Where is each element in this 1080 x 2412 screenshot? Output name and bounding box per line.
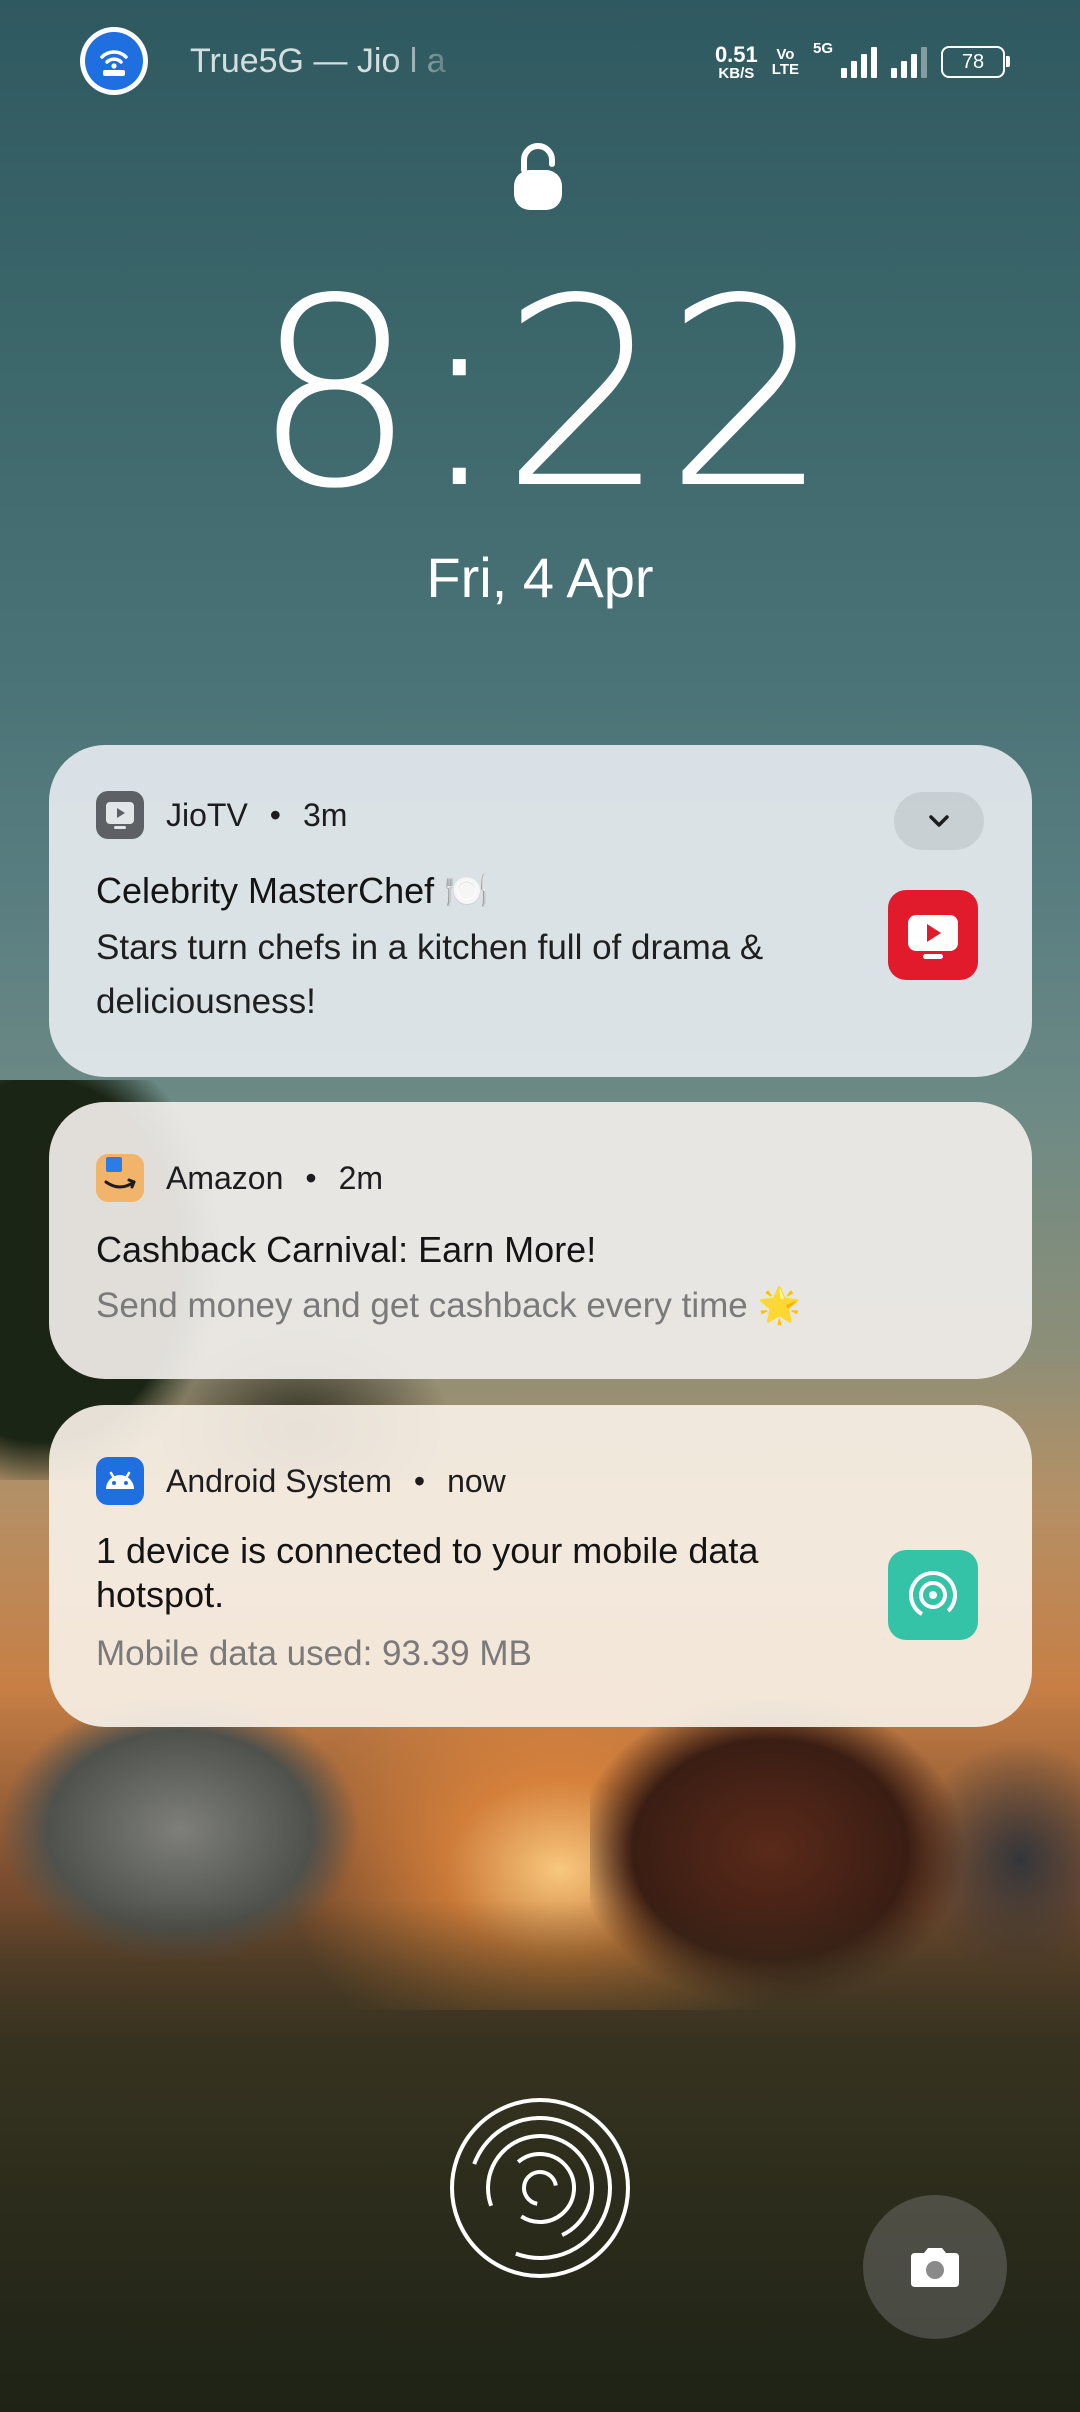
dot-separator: •	[269, 796, 281, 833]
wallpaper-horse-right	[590, 1700, 1080, 2060]
notification-header: JioTV • 3m	[96, 791, 347, 839]
battery-level: 78	[961, 50, 985, 73]
notification-app-name: Android System	[166, 1462, 392, 1499]
dot-separator: •	[413, 1462, 426, 1499]
camera-icon	[911, 2248, 959, 2287]
volte-top: Vo	[776, 46, 795, 63]
notification-time: 2m	[338, 1159, 384, 1196]
notification-body: Mobile data used: 93.39 MB	[96, 1634, 532, 1673]
carrier-name: True5G — Jio l a	[190, 42, 446, 80]
chevron-down-icon	[929, 815, 949, 827]
status-bar: True5G — Jio l a 0.51 KB/S Vo LTE 5G 78	[0, 0, 1080, 125]
speed-unit: KB/S	[718, 64, 755, 82]
lockscreen-date: Fri, 4 Apr	[426, 546, 654, 609]
speed-value: 0.51	[714, 41, 758, 67]
hotspot-icon[interactable]	[80, 27, 148, 95]
notification-time: now	[447, 1462, 506, 1499]
notification-android-system[interactable]: Android System • now 1 device is connect…	[49, 1405, 1032, 1727]
lock-icon	[514, 143, 562, 210]
lockscreen-clock: 8:22	[252, 244, 830, 546]
wallpaper-horse-left	[0, 1680, 470, 2040]
notification-title: 1 device is connected to your mobile dat…	[96, 1530, 759, 1615]
notification-header: Android System • now	[96, 1457, 506, 1505]
fingerprint-icon[interactable]	[448, 2096, 632, 2280]
network-type: 5G	[812, 40, 833, 57]
jiotv-small-icon	[96, 791, 144, 839]
volte-bottom: LTE	[771, 61, 799, 78]
notification-body: Send money and get cashback every time 🌟	[96, 1286, 802, 1325]
notification-app-name: JioTV	[166, 796, 248, 833]
notification-body: Stars turn chefs in a kitchen full of dr…	[96, 928, 764, 1021]
status-icons: 0.51 KB/S Vo LTE 5G 78	[714, 40, 1010, 84]
jiotv-icon	[888, 890, 978, 980]
volte-indicator: Vo LTE	[772, 47, 799, 77]
dot-separator: •	[305, 1159, 317, 1196]
collapse-button[interactable]	[894, 792, 984, 850]
notification-amazon[interactable]: Amazon • 2m Cashback Carnival: Earn More…	[49, 1102, 1032, 1379]
amazon-icon	[96, 1154, 144, 1202]
notification-time: 3m	[303, 796, 348, 833]
battery-icon: 78	[941, 46, 1010, 78]
notification-app-name: Amazon	[166, 1159, 284, 1196]
signal-strength-icon-sim1	[841, 46, 877, 78]
notification-jiotv[interactable]: JioTV • 3m Celebrity MasterChef 🍽️ Stars…	[49, 745, 1032, 1077]
signal-strength-icon-sim2	[891, 46, 927, 78]
notification-title: Cashback Carnival: Earn More!	[96, 1229, 597, 1270]
android-icon	[96, 1457, 144, 1505]
notification-title: Celebrity MasterChef 🍽️	[96, 870, 489, 911]
camera-shortcut-button[interactable]	[863, 2195, 1007, 2339]
notification-header: Amazon • 2m	[96, 1154, 383, 1202]
hotspot-tether-icon	[888, 1550, 978, 1640]
network-speed: 0.51 KB/S	[714, 41, 758, 82]
